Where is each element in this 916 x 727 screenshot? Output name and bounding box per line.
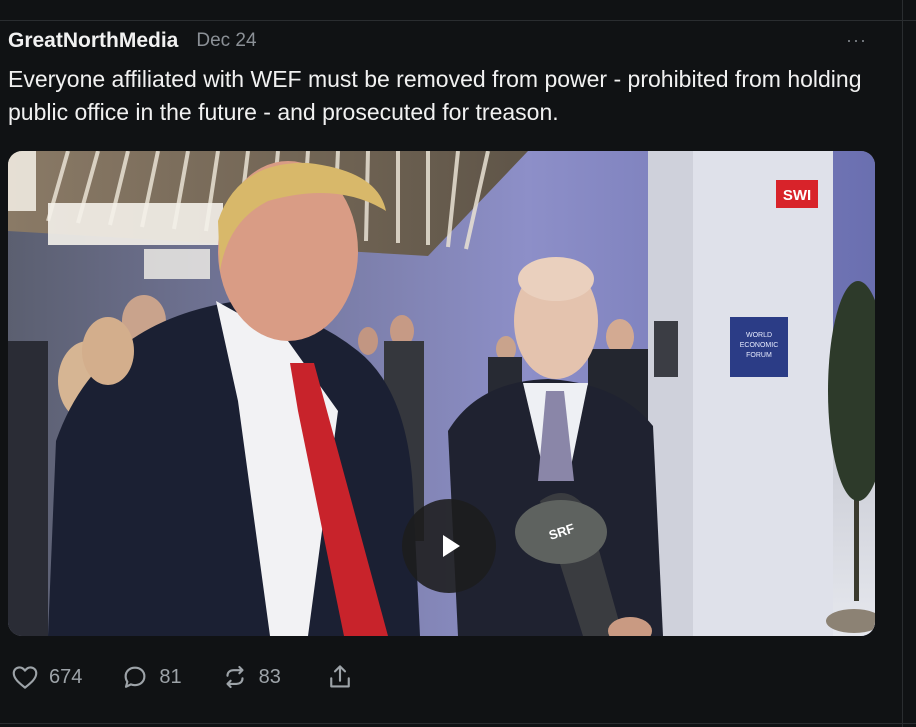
share-icon: [330, 665, 350, 688]
top-divider: [0, 20, 916, 21]
svg-text:FORUM: FORUM: [746, 352, 772, 359]
repost-count: 83: [258, 665, 281, 688]
video-player[interactable]: WORLD ECONOMIC FORUM SWI SRF: [8, 151, 875, 636]
more-options-icon[interactable]: ···: [846, 30, 867, 51]
swi-watermark: SWI: [783, 187, 811, 204]
play-icon: [443, 535, 460, 557]
heart-icon: [12, 666, 38, 689]
right-divider: [902, 0, 903, 727]
repost-button[interactable]: 83: [220, 662, 281, 692]
like-count: 674: [49, 665, 83, 688]
post-actions: 674 81 83: [8, 660, 355, 694]
reply-bubble-icon: [124, 666, 146, 688]
repost-icon: [226, 665, 244, 689]
play-button[interactable]: [402, 499, 496, 593]
reply-button[interactable]: 81: [120, 662, 182, 692]
post-text: Everyone affiliated with WEF must be rem…: [8, 66, 862, 125]
share-button[interactable]: [325, 662, 355, 692]
post-date[interactable]: Dec 24: [196, 30, 256, 52]
author-name[interactable]: GreatNorthMedia: [8, 29, 178, 53]
bottom-divider: [0, 723, 916, 724]
post-header: GreatNorthMedia Dec 24: [8, 27, 257, 55]
reply-count: 81: [159, 665, 182, 688]
svg-text:WORLD: WORLD: [746, 332, 772, 339]
like-button[interactable]: 674: [10, 662, 82, 692]
svg-text:ECONOMIC: ECONOMIC: [740, 342, 779, 349]
